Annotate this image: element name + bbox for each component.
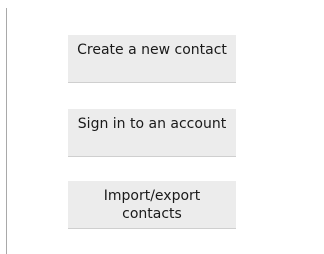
contacts-empty-panel: Create a new contact Sign in to an accou…	[0, 0, 324, 254]
import-export-label: Import/export contacts	[103, 188, 201, 222]
sign-in-label: Sign in to an account	[77, 116, 227, 132]
sign-in-button[interactable]: Sign in to an account	[68, 109, 236, 157]
create-contact-button[interactable]: Create a new contact	[68, 35, 236, 83]
import-export-contacts-button[interactable]: Import/export contacts	[68, 181, 236, 229]
left-divider	[6, 8, 7, 254]
create-contact-label: Create a new contact	[77, 42, 227, 58]
